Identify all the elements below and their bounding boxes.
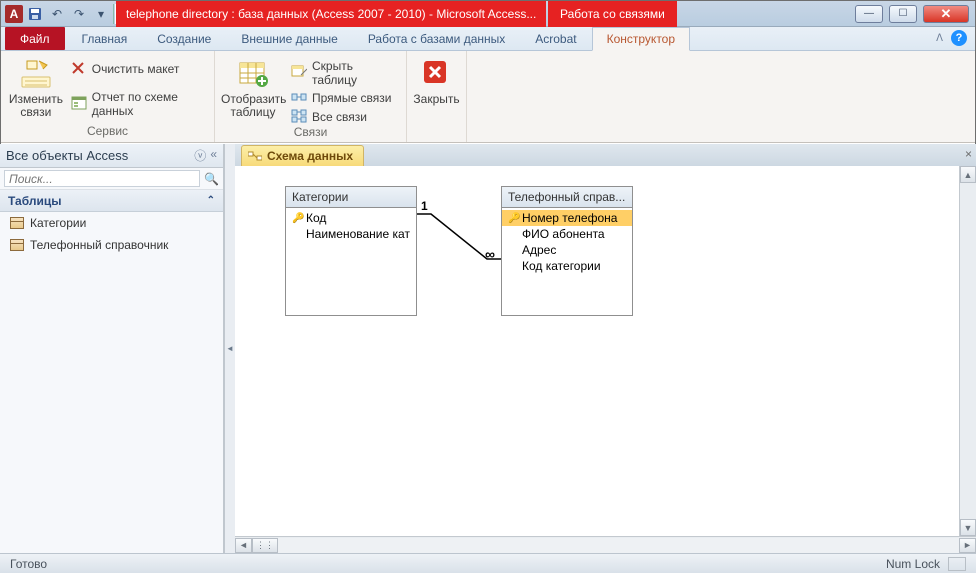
close-schema-button[interactable]: Закрыть bbox=[413, 55, 460, 106]
report-icon bbox=[71, 96, 87, 112]
hide-table-label: Скрыть таблицу bbox=[312, 59, 400, 87]
schema-report-button[interactable]: Отчет по схеме данных bbox=[71, 90, 208, 118]
nav-title: Все объекты Access bbox=[6, 148, 128, 163]
hide-table-button[interactable]: Скрыть таблицу bbox=[291, 59, 400, 87]
horizontal-scrollbar[interactable]: ◄ ⋮⋮ ► bbox=[235, 536, 976, 553]
app-icon: A bbox=[5, 5, 23, 23]
scroll-right-icon[interactable]: ► bbox=[959, 538, 976, 553]
edit-links-label: Изменить связи bbox=[7, 93, 65, 119]
schema-report-label: Отчет по схеме данных bbox=[92, 90, 208, 118]
direct-links-label: Прямые связи bbox=[312, 91, 392, 105]
scroll-left-icon[interactable]: ◄ bbox=[235, 538, 252, 553]
qat-undo-icon[interactable]: ↶ bbox=[47, 4, 67, 24]
scroll-down-icon[interactable]: ▼ bbox=[960, 519, 976, 536]
scroll-up-icon[interactable]: ▲ bbox=[960, 166, 976, 183]
table-categories[interactable]: Категории 🔑Код Наименование кат bbox=[285, 186, 417, 316]
table-header: Телефонный справ... bbox=[502, 187, 632, 208]
qat-redo-icon[interactable]: ↷ bbox=[69, 4, 89, 24]
nav-dropdown-icon[interactable]: ⓥ bbox=[194, 147, 206, 164]
status-numlock: Num Lock bbox=[886, 557, 940, 571]
table-telephone[interactable]: Телефонный справ... 🔑Номер телефона ФИО … bbox=[501, 186, 633, 316]
table-header: Категории bbox=[286, 187, 416, 208]
close-window-button[interactable]: ✕ bbox=[923, 5, 969, 23]
key-icon: 🔑 bbox=[508, 213, 518, 223]
nav-item-table[interactable]: Телефонный справочник bbox=[0, 234, 223, 256]
context-tab-label: Работа со связями bbox=[548, 1, 677, 27]
titlebar: A ↶ ↷ ▾ telephone directory : база данны… bbox=[1, 1, 975, 27]
direct-links-button[interactable]: Прямые связи bbox=[291, 90, 400, 106]
group-service-label: Сервис bbox=[7, 124, 208, 140]
ribbon-tabs: Файл Главная Создание Внешние данные Раб… bbox=[1, 27, 975, 51]
table-field[interactable]: 🔑Код bbox=[286, 210, 416, 226]
status-ready: Готово bbox=[10, 557, 47, 571]
tab-designer[interactable]: Конструктор bbox=[592, 27, 690, 51]
scroll-split-icon[interactable]: ⋮⋮ bbox=[252, 538, 278, 553]
close-doc-icon[interactable]: × bbox=[965, 147, 972, 161]
rel-one-label: 1 bbox=[421, 199, 428, 213]
table-field[interactable]: Код категории bbox=[502, 258, 632, 274]
group-links-label: Связи bbox=[221, 125, 400, 141]
show-table-label: Отобразить таблицу bbox=[221, 93, 285, 119]
nav-item-label: Категории bbox=[30, 216, 86, 230]
table-field[interactable]: ФИО абонента bbox=[502, 226, 632, 242]
help-icon[interactable]: ? bbox=[951, 30, 967, 46]
table-field[interactable]: Наименование кат bbox=[286, 226, 416, 242]
relationship-canvas[interactable]: Категории 🔑Код Наименование кат Телефонн… bbox=[235, 166, 959, 536]
direct-links-icon bbox=[291, 90, 307, 106]
view-button[interactable] bbox=[948, 557, 966, 571]
table-field[interactable]: Адрес bbox=[502, 242, 632, 258]
clear-layout-button[interactable]: Очистить макет bbox=[71, 61, 208, 77]
nav-section-tables[interactable]: Таблицы ⌃ bbox=[0, 190, 223, 212]
tab-create[interactable]: Создание bbox=[142, 27, 226, 50]
table-field[interactable]: 🔑Номер телефона bbox=[502, 210, 632, 226]
navigation-pane: Все объекты Access ⓥ « 🔍 Таблицы ⌃ Катег… bbox=[0, 144, 224, 553]
rel-many-label: ∞ bbox=[485, 246, 495, 262]
all-links-label: Все связи bbox=[312, 110, 367, 124]
document-tabs: Схема данных × bbox=[235, 144, 976, 166]
qat-customize-icon[interactable]: ▾ bbox=[91, 4, 111, 24]
doc-tab-schema[interactable]: Схема данных bbox=[241, 145, 364, 166]
status-bar: Готово Num Lock bbox=[0, 553, 976, 573]
tab-home[interactable]: Главная bbox=[67, 27, 143, 50]
x-icon bbox=[71, 61, 87, 77]
ribbon: Изменить связи Очистить макет Отчет по с… bbox=[1, 51, 975, 143]
nav-splitter[interactable]: ◄ bbox=[224, 144, 235, 553]
nav-section-label: Таблицы bbox=[8, 194, 61, 208]
all-links-button[interactable]: Все связи bbox=[291, 109, 400, 125]
qat-save-icon[interactable] bbox=[25, 4, 45, 24]
vertical-scrollbar[interactable]: ▲ ▼ bbox=[959, 166, 976, 536]
nav-collapse-icon[interactable]: « bbox=[210, 147, 217, 164]
search-input[interactable] bbox=[4, 170, 200, 187]
tab-dbtools[interactable]: Работа с базами данных bbox=[353, 27, 520, 50]
edit-links-button[interactable]: Изменить связи bbox=[7, 55, 65, 119]
key-icon: 🔑 bbox=[292, 213, 302, 223]
all-links-icon bbox=[291, 109, 307, 125]
window-title: telephone directory : база данных (Acces… bbox=[116, 1, 546, 27]
table-icon bbox=[10, 239, 24, 251]
doc-tab-label: Схема данных bbox=[267, 149, 353, 163]
tab-external[interactable]: Внешние данные bbox=[226, 27, 353, 50]
close-label: Закрыть bbox=[413, 93, 460, 106]
show-table-button[interactable]: Отобразить таблицу bbox=[221, 55, 285, 119]
table-icon bbox=[10, 217, 24, 229]
nav-item-table[interactable]: Категории bbox=[0, 212, 223, 234]
clear-layout-label: Очистить макет bbox=[92, 62, 180, 76]
hide-table-icon bbox=[291, 65, 307, 81]
maximize-button[interactable]: ☐ bbox=[889, 5, 917, 23]
minimize-button[interactable]: — bbox=[855, 5, 883, 23]
minimize-ribbon-icon[interactable]: ᐱ bbox=[936, 33, 943, 44]
tab-acrobat[interactable]: Acrobat bbox=[520, 27, 591, 50]
tab-file[interactable]: Файл bbox=[5, 27, 65, 50]
nav-item-label: Телефонный справочник bbox=[30, 238, 168, 252]
schema-icon bbox=[248, 150, 262, 162]
search-icon[interactable]: 🔍 bbox=[204, 172, 219, 186]
section-collapse-icon: ⌃ bbox=[207, 195, 215, 206]
